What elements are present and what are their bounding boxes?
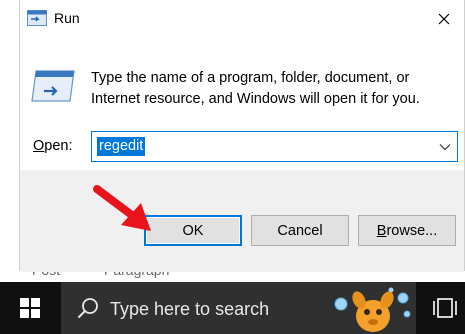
browse-label: rowse... [386,222,438,239]
chevron-down-icon [439,143,451,150]
task-view-icon[interactable] [432,296,458,320]
open-label-text: pen: [44,138,73,154]
run-program-icon [31,70,75,102]
search-mascot-illustration-icon [334,287,411,332]
open-label: Open: [33,138,73,154]
ok-button[interactable]: OK [144,215,242,246]
windows-logo-icon [20,298,40,318]
open-input-value[interactable]: regedit [97,137,146,156]
open-label-accelerator: O [33,138,45,154]
dialog-description: Type the name of a program, folder, docu… [91,70,420,107]
taskbar: Type here to search [0,282,465,334]
close-button[interactable] [424,0,464,38]
run-dialog: Run Type the name of a program, folder, … [19,0,465,272]
search-placeholder: Type here to search [110,299,270,319]
browse-accelerator: B [376,222,387,239]
title-bar[interactable]: Run [20,0,464,38]
browse-button[interactable]: Browse... [358,215,456,246]
run-icon [27,10,47,26]
open-combobox[interactable]: regedit [91,131,458,162]
dialog-title: Run [54,10,80,26]
search-icon [78,298,98,318]
close-icon [438,13,450,25]
combobox-dropdown-button[interactable] [433,132,457,161]
red-pointer-arrow-icon [93,185,151,231]
cancel-button[interactable]: Cancel [251,215,349,246]
taskbar-search-box[interactable]: Type here to search [61,282,416,334]
start-button[interactable] [0,282,60,334]
dialog-button-bar: OK Cancel Browse... [20,170,464,272]
